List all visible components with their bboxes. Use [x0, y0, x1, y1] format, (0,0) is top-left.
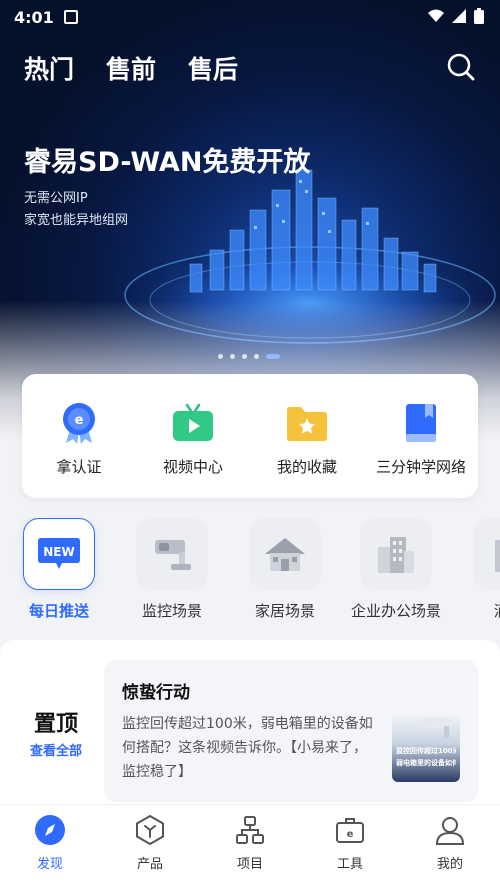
- city-illustration: [120, 169, 500, 350]
- scene-label: 酒店: [494, 600, 500, 621]
- nav-label: 产品: [136, 857, 163, 872]
- nav-label: 发现: [36, 857, 63, 872]
- thumb-caption-2: 弱电箱里的设备如何搭配: [396, 759, 456, 767]
- product-hex-icon: [133, 813, 167, 847]
- scene-label: 每日推送: [28, 602, 89, 620]
- article-title: 惊蛰行动: [122, 683, 190, 703]
- quick-link-video-center[interactable]: 视频中心: [138, 400, 248, 477]
- certification-badge-icon: e: [56, 400, 102, 446]
- scene-monitoring[interactable]: 监控场景: [117, 518, 227, 621]
- pinned-section: 置顶 查看全部 惊蛰行动 监控回传超过100米，弱电箱里的设备如何搭配？这条视频…: [0, 640, 500, 810]
- quick-link-label: 拿认证: [56, 457, 102, 476]
- search-icon[interactable]: [446, 52, 476, 82]
- carousel-dot[interactable]: [254, 354, 259, 359]
- article-thumbnail: 监控回传超过100米 弱电箱里的设备如何搭配: [392, 712, 460, 782]
- svg-text:e: e: [347, 829, 354, 840]
- quick-link-label: 三分钟学网络: [375, 457, 466, 476]
- toolbox-icon: e: [333, 813, 367, 847]
- house-icon: [249, 518, 321, 590]
- quick-link-label: 视频中心: [162, 457, 223, 476]
- user-icon: [433, 813, 467, 847]
- pinned-title: 置顶: [34, 712, 79, 737]
- quick-link-learn-network[interactable]: 三分钟学网络: [366, 400, 476, 477]
- compass-icon: [33, 813, 67, 847]
- nav-products[interactable]: 产品: [100, 805, 200, 888]
- quick-link-label: 我的收藏: [276, 457, 337, 476]
- new-badge-icon: NEW: [23, 518, 95, 590]
- hotel-icon: [473, 518, 500, 590]
- book-icon: [398, 400, 444, 446]
- tab-presale[interactable]: 售前: [106, 50, 156, 86]
- sim-icon: [64, 10, 78, 24]
- article-body: 监控回传超过100米，弱电箱里的设备如何搭配？这条视频告诉你。【小易来了，监控稳…: [122, 716, 373, 780]
- carousel-dot[interactable]: [242, 354, 247, 359]
- quick-link-certification[interactable]: e 拿认证: [24, 400, 134, 477]
- nav-discover[interactable]: 发现: [0, 805, 100, 888]
- carousel-dots: [218, 354, 280, 359]
- banner-subtitle-2: 家宽也能异地组网: [24, 213, 129, 228]
- carousel-dot[interactable]: [218, 354, 223, 359]
- banner-subtitle-1: 无需公网IP: [24, 191, 88, 206]
- thumb-caption-1: 监控回传超过100米: [396, 747, 456, 755]
- scene-label: 监控场景: [141, 602, 202, 620]
- carousel-dot[interactable]: [266, 354, 280, 359]
- svg-text:e: e: [75, 413, 84, 428]
- scene-home[interactable]: 家居场景: [230, 518, 340, 621]
- status-time: 4:01: [14, 8, 54, 27]
- quick-link-favorites[interactable]: 我的收藏: [252, 400, 362, 477]
- tab-aftersale[interactable]: 售后: [188, 50, 238, 86]
- banner-title: 睿易SD-WAN免费开放: [24, 147, 311, 178]
- scene-label: 家居场景: [254, 602, 315, 620]
- carousel-dot[interactable]: [230, 354, 235, 359]
- scene-label: 企业办公场景: [350, 602, 441, 620]
- nav-projects[interactable]: 项目: [200, 805, 300, 888]
- quick-links-card: e 拿认证 视频中心 我的收藏 三分钟学网络: [22, 374, 478, 498]
- scene-daily-push[interactable]: NEW 每日推送: [4, 518, 114, 621]
- scene-enterprise-office[interactable]: 企业办公场景: [341, 518, 451, 621]
- office-building-icon: [360, 518, 432, 590]
- pinned-article-card[interactable]: 惊蛰行动 监控回传超过100米，弱电箱里的设备如何搭配？这条视频告诉你。【小易来…: [104, 660, 478, 802]
- tv-play-icon: [170, 400, 216, 446]
- nav-label: 我的: [436, 857, 463, 872]
- nav-tools[interactable]: e 工具: [300, 805, 400, 888]
- camera-icon: [136, 518, 208, 590]
- status-bar: 4:01: [0, 0, 500, 34]
- network-topology-icon: [233, 813, 267, 847]
- top-tabs: 热门 售前 售后: [24, 50, 238, 86]
- nav-mine[interactable]: 我的: [400, 805, 500, 888]
- new-badge-text: NEW: [43, 545, 74, 559]
- wifi-icon: [428, 9, 444, 22]
- signal-icon: [452, 9, 466, 23]
- star-folder-icon: [284, 400, 330, 446]
- tab-hot[interactable]: 热门: [24, 50, 74, 86]
- battery-icon: [474, 8, 484, 24]
- scene-scroller[interactable]: NEW 每日推送 监控场景 家居场景 企业办公场景: [0, 518, 500, 626]
- nav-label: 项目: [236, 857, 263, 872]
- view-all-link[interactable]: 查看全部: [30, 740, 82, 759]
- bottom-nav: 发现 产品 项目 e 工具 我的: [0, 804, 500, 888]
- camera-thumb-icon: [422, 718, 452, 738]
- scene-hotel[interactable]: 酒店: [454, 518, 500, 621]
- nav-label: 工具: [336, 857, 363, 872]
